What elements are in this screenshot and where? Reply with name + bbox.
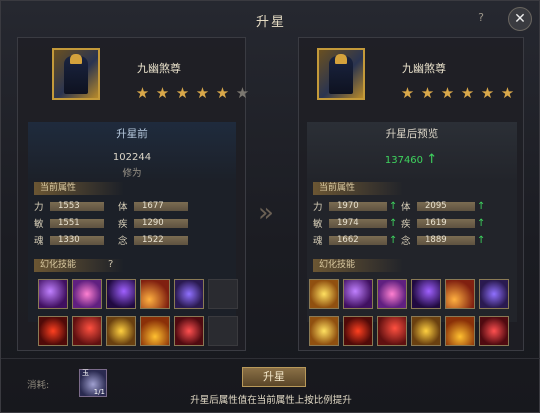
star-icon: ★ <box>215 84 230 102</box>
empty-skill-slot <box>208 316 238 346</box>
up-arrow-icon: ↑ <box>389 217 398 229</box>
attr-row: 力 1553 体 1677 <box>34 200 192 213</box>
skill-icon[interactable] <box>479 279 509 309</box>
star-icon: ★ <box>480 84 495 102</box>
star-rating-after: ★ ★ ★ ★ ★ ★ <box>399 84 516 102</box>
power-after: 137460 ↑ <box>384 152 438 167</box>
window-title: 升星 <box>255 15 286 30</box>
up-arrow-icon: ↑ <box>477 200 486 212</box>
skill-icon[interactable] <box>343 279 373 309</box>
attr-bar: 1889 <box>417 235 475 245</box>
hero-portrait-before <box>52 48 100 100</box>
power-before: 102244 <box>112 152 152 163</box>
skill-icon[interactable] <box>174 279 204 309</box>
attr-bar: 1330 <box>50 235 104 245</box>
skill-icon[interactable] <box>479 316 509 346</box>
cost-label: 消耗: <box>27 380 50 391</box>
attr-row: 力 1970 ↑ 体 2095 ↑ <box>313 200 486 214</box>
up-arrow-icon: ↑ <box>389 200 398 212</box>
power-up-icon: ↑ <box>426 152 438 167</box>
before-header: 升星前 <box>116 128 148 140</box>
star-empty-icon: ★ <box>235 84 250 102</box>
hero-name-after: 九幽煞尊 <box>402 62 446 75</box>
skill-icon[interactable] <box>445 279 475 309</box>
close-button[interactable]: ✕ <box>508 7 532 31</box>
skill-icon[interactable] <box>445 316 475 346</box>
upgrade-arrow-icon: » <box>258 198 274 228</box>
attr-row: 敏 1551 疾 1290 <box>34 217 192 230</box>
skill-icon[interactable] <box>377 316 407 346</box>
attr-bar: 1619 <box>417 218 475 228</box>
skill-icon[interactable] <box>309 279 339 309</box>
attr-bar: 2095 <box>417 201 475 211</box>
upgrade-note: 升星后属性值在当前属性上按比例提升 <box>190 395 352 406</box>
attr-bar: 1970 <box>329 201 387 211</box>
skill-icon[interactable] <box>411 279 441 309</box>
star-icon: ★ <box>420 84 435 102</box>
star-icon: ★ <box>500 84 515 102</box>
empty-skill-slot <box>208 279 238 309</box>
after-panel: 九幽煞尊 ★ ★ ★ ★ ★ ★ 升星后预览 137460 ↑ 当前属性 力 1… <box>298 37 524 351</box>
attr-bar: 1677 <box>134 201 188 211</box>
up-arrow-icon: ↑ <box>389 234 398 246</box>
attr-bar: 1662 <box>329 235 387 245</box>
star-icon: ★ <box>400 84 415 102</box>
star-icon: ★ <box>155 84 170 102</box>
attr-bar: 1522 <box>134 235 188 245</box>
skill-icon[interactable] <box>106 279 136 309</box>
attr-bar: 1290 <box>134 218 188 228</box>
skill-icon[interactable] <box>309 316 339 346</box>
before-panel: 九幽煞尊 ★ ★ ★ ★ ★ ★ 升星前 102244 修为 当前属性 力 15… <box>17 37 249 351</box>
skill-icon[interactable] <box>38 279 68 309</box>
attr-bar: 1553 <box>50 201 104 211</box>
upgrade-star-button[interactable]: 升星 <box>242 367 306 387</box>
star-icon: ★ <box>175 84 190 102</box>
section-current-attrs: 当前属性 <box>313 182 403 195</box>
section-current-attrs: 当前属性 <box>34 182 124 195</box>
footer-divider <box>1 358 540 359</box>
skill-grid-after <box>309 279 509 346</box>
skill-grid-before <box>38 279 238 346</box>
skill-icon[interactable] <box>72 279 102 309</box>
power-label: 修为 <box>122 168 142 179</box>
upgrade-star-window: 升星 ? ✕ 九幽煞尊 ★ ★ ★ ★ ★ ★ 升星前 102244 修为 当前… <box>0 0 540 413</box>
star-icon: ★ <box>460 84 475 102</box>
hero-portrait-after <box>317 48 365 100</box>
help-icon[interactable]: ? <box>475 11 487 25</box>
skill-icon[interactable] <box>140 316 170 346</box>
attr-row: 敏 1974 ↑ 疾 1619 ↑ <box>313 217 486 231</box>
star-icon: ★ <box>195 84 210 102</box>
hero-name-before: 九幽煞尊 <box>137 62 181 75</box>
star-icon: ★ <box>135 84 150 102</box>
skill-icon[interactable] <box>72 316 102 346</box>
skill-icon[interactable] <box>377 279 407 309</box>
skill-icon[interactable] <box>343 316 373 346</box>
skills-help-icon[interactable]: ? <box>108 259 113 270</box>
star-rating-before: ★ ★ ★ ★ ★ ★ <box>134 84 251 102</box>
up-arrow-icon: ↑ <box>477 217 486 229</box>
skill-icon[interactable] <box>38 316 68 346</box>
skill-icon[interactable] <box>174 316 204 346</box>
attr-bar: 1551 <box>50 218 104 228</box>
section-skills: 幻化技能 <box>313 259 403 272</box>
skill-icon[interactable] <box>106 316 136 346</box>
skill-icon[interactable] <box>411 316 441 346</box>
star-icon: ★ <box>440 84 455 102</box>
attr-row: 魂 1662 ↑ 念 1889 ↑ <box>313 234 486 248</box>
attr-row: 魂 1330 念 1522 <box>34 234 192 247</box>
skill-icon[interactable] <box>140 279 170 309</box>
attr-bar: 1974 <box>329 218 387 228</box>
after-header: 升星后预览 <box>385 128 439 140</box>
up-arrow-icon: ↑ <box>477 234 486 246</box>
